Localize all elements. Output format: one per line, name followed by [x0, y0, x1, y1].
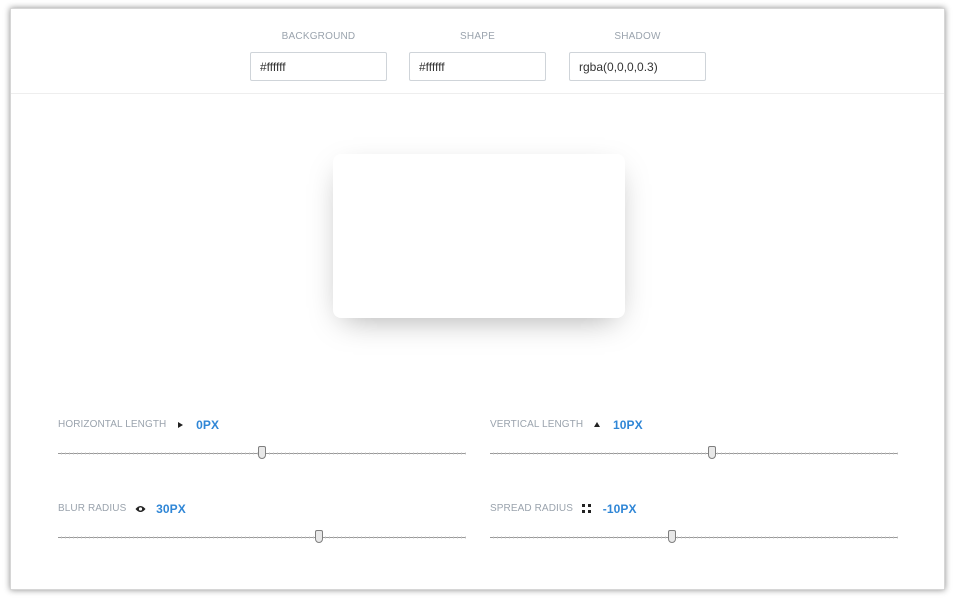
blur-radius-value: 30PX	[156, 502, 186, 516]
background-label: BACKGROUND	[281, 31, 356, 42]
vertical-length-slider[interactable]	[490, 446, 898, 459]
spread-radius-thumb[interactable]	[667, 530, 676, 543]
shape-field: SHAPE	[409, 30, 546, 81]
spread-radius-value: -10PX	[602, 502, 637, 516]
shape-input[interactable]	[409, 52, 546, 81]
background-input[interactable]	[250, 52, 387, 81]
background-field: BACKGROUND	[250, 30, 387, 81]
vertical-length-value: 10PX	[612, 418, 643, 432]
shadow-label: SHADOW	[614, 31, 661, 42]
vertical-length-thumb[interactable]	[708, 446, 717, 459]
spread-dots-icon	[580, 502, 594, 518]
color-toolbar: BACKGROUND SHAPE SHADOW	[11, 9, 944, 94]
horizontal-length-slider[interactable]	[58, 446, 466, 459]
blur-radius-control: BLUR RADIUS 30PX	[58, 502, 466, 562]
vertical-length-label: VERTICAL LENGTH	[490, 419, 584, 430]
shadow-input[interactable]	[569, 52, 706, 81]
arrow-right-icon	[173, 418, 187, 433]
blur-radius-slider[interactable]	[58, 530, 466, 543]
arrow-up-icon	[590, 418, 604, 432]
vertical-length-control: VERTICAL LENGTH 10PX	[490, 418, 898, 478]
horizontal-length-thumb[interactable]	[258, 446, 266, 459]
shadow-field: SHADOW	[569, 30, 706, 81]
horizontal-length-label: HORIZONTAL LENGTH	[58, 419, 167, 430]
horizontal-length-control: HORIZONTAL LENGTH 0PX	[58, 418, 466, 478]
blur-radius-thumb[interactable]	[315, 530, 324, 543]
shape-label: SHAPE	[460, 31, 495, 42]
spread-radius-control: SPREAD RADIUS -10PX	[490, 502, 898, 562]
spread-radius-label: SPREAD RADIUS	[490, 503, 573, 514]
horizontal-length-value: 0PX	[196, 418, 220, 432]
spread-radius-slider[interactable]	[490, 530, 898, 543]
blur-radius-label: BLUR RADIUS	[58, 503, 127, 514]
shadow-preview-box	[333, 154, 625, 318]
app-window: BACKGROUND SHAPE SHADOW HORIZONTAL LENGT…	[10, 8, 945, 590]
eye-icon	[133, 502, 147, 518]
